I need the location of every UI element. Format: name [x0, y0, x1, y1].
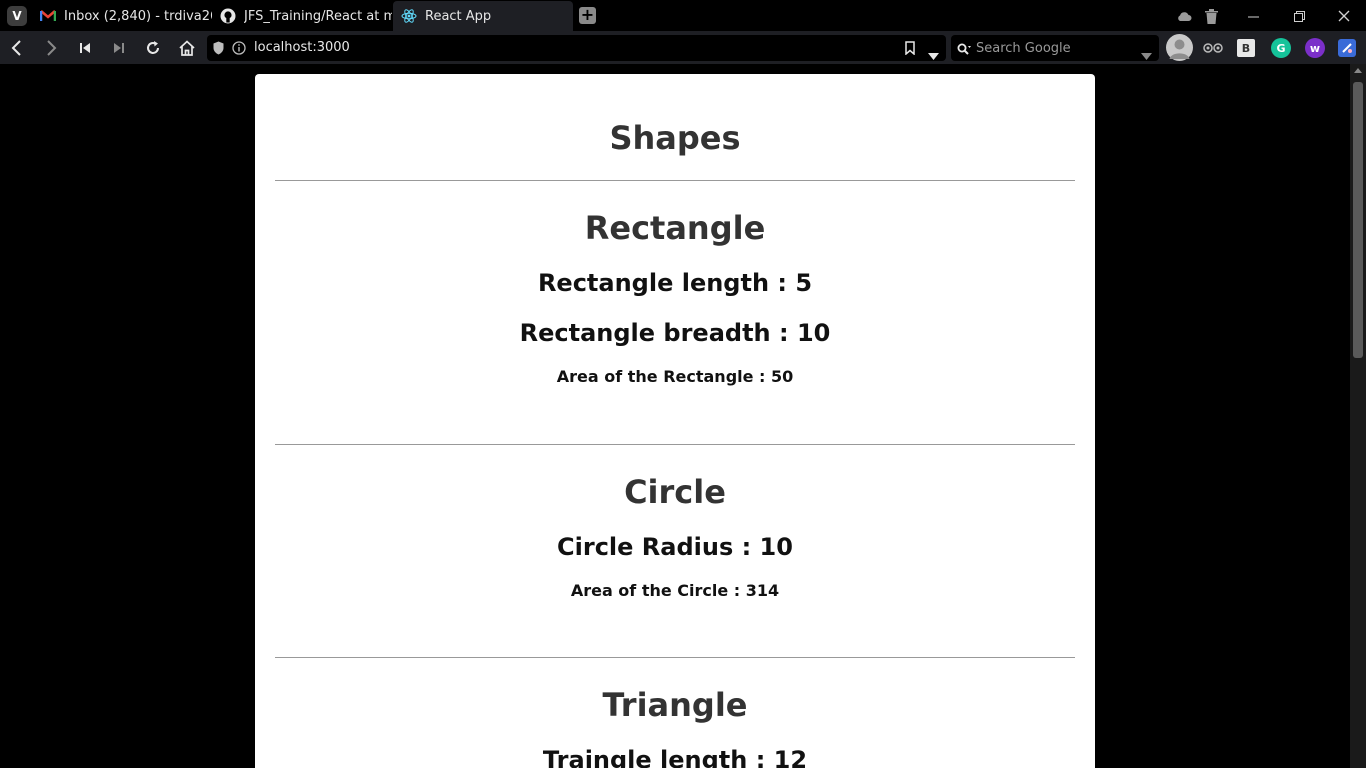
shield-icon[interactable] — [213, 40, 224, 59]
rectangle-breadth: Rectangle breadth : 10 — [519, 319, 831, 347]
scrollbar-thumb[interactable] — [1353, 82, 1363, 358]
rectangle-length: Rectangle length : 5 — [537, 269, 813, 297]
site-info-icon[interactable] — [232, 40, 246, 59]
search-placeholder: Search Google — [976, 41, 1071, 56]
fast-forward-icon[interactable] — [107, 36, 131, 60]
forward-icon[interactable] — [39, 36, 63, 60]
github-icon — [220, 8, 236, 24]
url-text[interactable]: localhost:3000 — [254, 40, 350, 55]
tab-bar: V Inbox (2,840) - trdiva2608@ JFS_Traini… — [0, 0, 1366, 31]
dropdown-arrow-icon[interactable] — [928, 45, 939, 64]
tab-gmail[interactable]: Inbox (2,840) - trdiva2608@ — [32, 1, 212, 31]
navigation-toolbar: localhost:3000 Search Google B G w — [0, 31, 1366, 64]
extension-b-icon[interactable]: B — [1237, 39, 1255, 57]
back-icon[interactable] — [5, 36, 29, 60]
sync-cloud-icon[interactable] — [1173, 5, 1195, 27]
circle-radius: Circle Radius : 10 — [557, 533, 793, 561]
triangle-heading: Triangle — [602, 686, 748, 724]
tab-label: Inbox (2,840) - trdiva2608@ — [64, 8, 212, 24]
new-tab-button[interactable]: + — [579, 7, 596, 24]
tab-react-app[interactable]: React App — [393, 1, 573, 31]
triangle-length: Traingle length : 12 — [542, 746, 808, 768]
grammarly-icon[interactable]: G — [1271, 38, 1291, 58]
scroll-up-arrow-icon[interactable] — [1354, 68, 1362, 73]
extension-w-icon[interactable]: w — [1305, 38, 1325, 58]
vertical-scrollbar[interactable] — [1350, 64, 1366, 768]
tab-label: JFS_Training/React at main — [244, 8, 392, 24]
page-viewport: Shapes Rectangle Rectangle length : 5 Re… — [0, 64, 1350, 768]
tab-label: React App — [425, 8, 492, 24]
address-bar[interactable]: localhost:3000 — [207, 35, 946, 61]
circle-area: Area of the Circle : 314 — [570, 581, 780, 600]
vivaldi-menu-icon[interactable]: V — [7, 6, 27, 26]
trash-icon[interactable] — [1200, 5, 1222, 27]
profile-avatar-icon[interactable] — [1166, 34, 1193, 61]
bookmark-icon[interactable] — [905, 40, 915, 59]
extension-puzzle-icon[interactable] — [1338, 39, 1356, 57]
minimize-icon[interactable] — [1242, 5, 1264, 27]
close-icon[interactable] — [1333, 5, 1355, 27]
home-icon[interactable] — [175, 36, 199, 60]
reload-icon[interactable] — [141, 36, 165, 60]
search-field[interactable]: Search Google — [951, 35, 1159, 61]
search-icon — [957, 41, 972, 60]
rectangle-area: Area of the Rectangle : 50 — [556, 367, 794, 386]
circle-section: Circle Circle Radius : 10 Area of the Ci… — [275, 445, 1075, 657]
gmail-icon — [40, 8, 56, 24]
rectangle-section: Rectangle Rectangle length : 5 Rectangle… — [275, 181, 1075, 444]
shapes-card: Shapes Rectangle Rectangle length : 5 Re… — [255, 74, 1095, 768]
react-icon — [401, 8, 417, 24]
extension-eyes-icon[interactable] — [1203, 38, 1223, 58]
tab-github[interactable]: JFS_Training/React at main — [212, 1, 392, 31]
rectangle-heading: Rectangle — [584, 209, 766, 247]
circle-heading: Circle — [624, 473, 726, 511]
triangle-section: Triangle Traingle length : 12 — [275, 658, 1075, 768]
search-engine-dropdown-icon[interactable] — [1141, 45, 1152, 64]
page-title: Shapes — [609, 119, 741, 157]
rewind-icon[interactable] — [73, 36, 97, 60]
restore-icon[interactable] — [1288, 5, 1310, 27]
